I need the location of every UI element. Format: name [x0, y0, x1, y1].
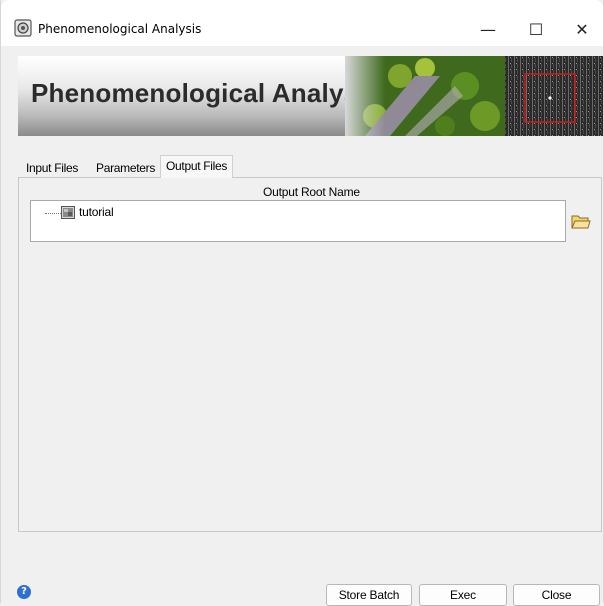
maximize-button[interactable]: ☐: [513, 12, 559, 46]
tab-parameters[interactable]: Parameters: [91, 160, 160, 177]
tree-connector-line: [45, 213, 61, 214]
aerial-imagery-banner: [345, 56, 603, 136]
tree-item-tutorial[interactable]: tutorial: [79, 205, 114, 219]
open-folder-icon[interactable]: [571, 212, 591, 230]
output-root-tree[interactable]: tutorial: [30, 200, 566, 242]
header-banner: Phenomenological Analysis: [18, 56, 603, 136]
app-window: Phenomenological Analysis — ☐ ✕ Phenomen…: [0, 0, 604, 606]
minimize-button[interactable]: —: [465, 12, 511, 46]
tab-output-files[interactable]: Output Files: [160, 155, 234, 178]
close-window-button[interactable]: ✕: [559, 12, 604, 46]
output-root-name-label: Output Root Name: [263, 185, 360, 199]
title-bar: Phenomenological Analysis — ☐ ✕: [1, 0, 603, 46]
window-title: Phenomenological Analysis: [38, 22, 202, 36]
help-icon[interactable]: ?: [17, 585, 31, 599]
banner-title: Phenomenological Analysis: [31, 78, 381, 108]
app-icon: [14, 19, 32, 37]
file-icon: [61, 206, 75, 219]
tab-input-files[interactable]: Input Files: [21, 160, 83, 177]
